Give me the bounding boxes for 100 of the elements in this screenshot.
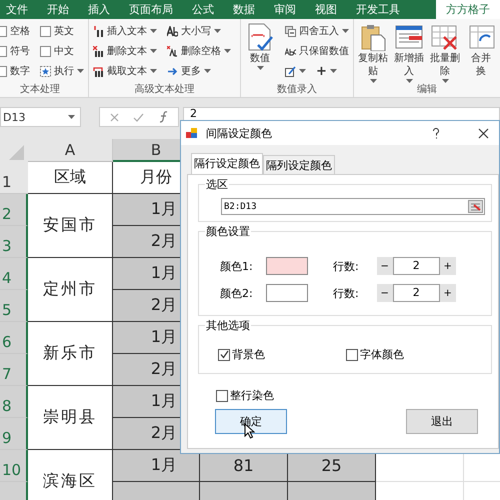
row-header[interactable]: 9 bbox=[0, 418, 28, 450]
ribbon-button[interactable]: 更多 bbox=[181, 64, 201, 78]
cancel-icon bbox=[110, 112, 119, 122]
table-cell: 1月 bbox=[113, 450, 200, 482]
row-header[interactable]: 10 bbox=[0, 450, 28, 482]
range-picker-icon bbox=[468, 200, 483, 213]
ribbon-button[interactable]: 插入文本 bbox=[107, 24, 147, 38]
checkbox-label[interactable]: 空格 bbox=[10, 24, 30, 38]
check-icon bbox=[220, 350, 228, 359]
formula-text: 2 bbox=[190, 107, 197, 120]
ribbon-tab[interactable]: 文件 bbox=[6, 0, 39, 19]
checkbox-label[interactable]: 数字 bbox=[10, 64, 30, 78]
ribbon-tab[interactable]: 审阅 bbox=[274, 0, 307, 19]
ribbon-tab[interactable]: 开发工具 bbox=[356, 0, 411, 19]
number-field[interactable]: 2 bbox=[392, 257, 440, 275]
star-icon bbox=[40, 66, 51, 76]
caret-icon bbox=[68, 115, 75, 119]
row-header[interactable]: 6 bbox=[0, 322, 28, 354]
checkbox-label[interactable]: 中文 bbox=[54, 44, 74, 58]
group-label: 编辑 bbox=[416, 83, 438, 97]
abc-icon bbox=[285, 46, 296, 56]
ribbon-button[interactable]: 新增插 入 bbox=[394, 52, 424, 78]
window-title: 间隔设定颜色 bbox=[206, 126, 273, 140]
group-label: 其他选项 bbox=[205, 318, 251, 333]
tab[interactable]: 隔行设定颜色 bbox=[191, 153, 263, 174]
checkbox-label[interactable]: 整行染色 bbox=[230, 388, 274, 403]
ribbon-tab[interactable]: 数据 bbox=[233, 0, 266, 19]
row-header[interactable]: 5 bbox=[0, 290, 28, 322]
ribbon-button[interactable]: + bbox=[316, 64, 327, 78]
ribbon-tab[interactable]: 页面布局 bbox=[129, 0, 184, 19]
row-header[interactable]: 7 bbox=[0, 354, 28, 386]
ribbon-tab[interactable]: 开始 bbox=[47, 0, 80, 19]
remove-space-icon bbox=[167, 46, 178, 56]
ribbon-button[interactable]: 执行 bbox=[54, 64, 74, 78]
clipboard-icon bbox=[359, 23, 387, 51]
ribbon-tab[interactable]: 插入 bbox=[88, 0, 121, 19]
ribbon-button[interactable]: 删除空格 bbox=[181, 44, 221, 58]
cell-reference: D13 bbox=[3, 110, 26, 124]
table-cell: 安国市 bbox=[28, 194, 113, 258]
column-header[interactable]: A bbox=[28, 139, 113, 162]
delete-text-icon bbox=[93, 46, 104, 56]
field-label: 颜色2: bbox=[220, 286, 254, 300]
row-header[interactable]: 4 bbox=[0, 258, 28, 290]
ribbon-button[interactable]: 四舍五入 bbox=[299, 24, 339, 38]
ribbon-button[interactable]: 大小写 bbox=[181, 24, 211, 38]
checkbox-label[interactable]: 字体颜色 bbox=[360, 347, 404, 362]
group-label: 颜色设置 bbox=[205, 224, 251, 239]
letter-case-icon bbox=[167, 26, 178, 36]
group-label: 数值录入 bbox=[276, 83, 318, 97]
row-header[interactable]: 3 bbox=[0, 226, 28, 258]
checkbox[interactable] bbox=[218, 348, 230, 360]
range-field[interactable]: B2:D13 bbox=[221, 198, 485, 215]
table-cell: 崇明县 bbox=[28, 386, 113, 450]
number-check-icon bbox=[246, 23, 274, 51]
ribbon-tab[interactable]: 视图 bbox=[315, 0, 348, 19]
color-swatch[interactable] bbox=[266, 284, 308, 302]
ok-button[interactable]: 确定 bbox=[215, 409, 287, 434]
ribbon-tab[interactable]: 方方格子 bbox=[436, 0, 500, 19]
group-label: 选区 bbox=[205, 177, 229, 192]
tab[interactable]: 隔列设定颜色 bbox=[263, 155, 335, 174]
checkbox-label[interactable]: 背景色 bbox=[232, 347, 265, 362]
checkbox[interactable] bbox=[216, 390, 228, 402]
checkbox[interactable] bbox=[40, 46, 51, 56]
round-number-icon bbox=[285, 26, 296, 36]
group-label: 文本处理 bbox=[19, 83, 61, 97]
field-label: 行数: bbox=[333, 258, 359, 274]
name-box[interactable]: D13 bbox=[0, 107, 81, 127]
ribbon-button[interactable]: 合并 换 bbox=[471, 52, 491, 78]
ribbon-button[interactable]: 只保留数值 bbox=[299, 44, 349, 58]
field-label: 行数: bbox=[333, 286, 359, 300]
cut-text-icon bbox=[93, 66, 104, 76]
exit-button[interactable]: 退出 bbox=[406, 409, 478, 434]
ribbon-button[interactable]: 复制粘 贴 bbox=[358, 52, 388, 78]
field-label: 颜色1: bbox=[220, 258, 254, 274]
function-icon bbox=[158, 111, 170, 123]
close-icon bbox=[478, 128, 489, 138]
row-header[interactable]: 8 bbox=[0, 386, 28, 418]
checkbox-label[interactable]: 符号 bbox=[10, 44, 30, 58]
arrow-right-icon bbox=[167, 66, 178, 76]
checkbox[interactable] bbox=[346, 348, 358, 360]
number-field[interactable]: 2 bbox=[392, 284, 440, 302]
ribbon-tab[interactable]: 公式 bbox=[192, 0, 225, 19]
edit-icon bbox=[285, 66, 296, 76]
table-cell: 新乐市 bbox=[28, 322, 113, 386]
ribbon-button[interactable]: 批量删 除 bbox=[430, 52, 460, 78]
check-icon bbox=[133, 112, 144, 122]
app-icon bbox=[186, 127, 198, 139]
checkbox-label[interactable]: 英文 bbox=[54, 24, 74, 38]
row-header[interactable]: 1 bbox=[0, 162, 28, 194]
color-swatch[interactable] bbox=[266, 257, 308, 275]
delete-table-icon bbox=[431, 23, 459, 51]
insert-row-icon bbox=[395, 23, 423, 51]
ribbon-button[interactable]: 截取文本 bbox=[107, 64, 147, 78]
ribbon-button[interactable]: 数值 bbox=[250, 52, 270, 65]
group-label: 高级文本处理 bbox=[134, 83, 196, 97]
checkbox[interactable] bbox=[40, 26, 51, 36]
row-header[interactable]: 2 bbox=[0, 194, 28, 226]
range-value: B2:D13 bbox=[224, 202, 257, 212]
ribbon-button[interactable]: 删除文本 bbox=[107, 44, 147, 58]
table-cell: 区域 bbox=[28, 162, 113, 194]
